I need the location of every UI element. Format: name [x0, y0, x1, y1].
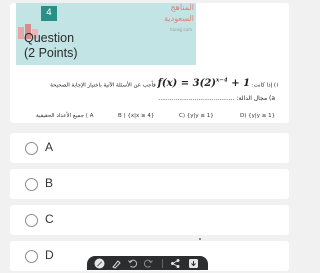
radio-button[interactable]: [25, 250, 38, 263]
logo-text: المناهج السعودية: [164, 4, 194, 23]
question-title: Question: [24, 31, 75, 45]
question-number-badge: 4: [41, 6, 57, 21]
logo-line1: المناهج: [170, 3, 194, 12]
question-points: (2 Points): [24, 46, 78, 60]
option-label: D: [45, 248, 54, 262]
form-page: 4 المناهج السعودية hanajj.com Question (…: [0, 0, 300, 271]
option-c[interactable]: C: [10, 205, 289, 235]
question-subpart: a) مجال الدالة: ........................…: [158, 95, 275, 102]
question-card: 4 المناهج السعودية hanajj.com Question (…: [10, 3, 289, 123]
question-text-prefix: ١) إذا كانت:: [251, 82, 279, 89]
option-b[interactable]: B: [10, 169, 289, 199]
question-formula: f(x) = 3(2)x−4 + 1: [158, 78, 250, 89]
radio-button[interactable]: [25, 142, 38, 155]
option-a[interactable]: A: [10, 133, 289, 163]
choice-c: C) {y|y ≤ 1}: [179, 113, 214, 119]
option-label: B: [45, 176, 54, 190]
download-icon[interactable]: [188, 258, 199, 269]
undo-icon[interactable]: [127, 258, 138, 269]
formula-base: f(x) = 3(2): [157, 78, 217, 90]
formula-exponent: x−4: [216, 78, 228, 84]
redo-icon[interactable]: [143, 258, 154, 269]
radio-button[interactable]: [25, 178, 38, 191]
pen-icon[interactable]: [94, 258, 105, 269]
choice-d: D) {y|y ≥ 1}: [240, 113, 276, 119]
question-text: ١) إذا كانت: f(x) = 3(2)x−4 + 1 فأجب عن …: [50, 77, 279, 90]
logo-tagline: hanajj.com: [169, 27, 192, 32]
choice-b: B ) {x|x ≥ 4}: [118, 113, 155, 119]
logo-line2: السعودية: [164, 14, 194, 23]
cursor-dot: [199, 238, 201, 240]
option-label: A: [45, 140, 54, 154]
radio-button[interactable]: [25, 214, 38, 227]
choice-a: A ) جميع الأعداد الحقيقية: [36, 113, 94, 119]
option-label: C: [45, 212, 54, 226]
share-icon[interactable]: [170, 258, 181, 269]
highlighter-icon[interactable]: [111, 258, 122, 269]
question-text-suffix: فأجب عن الأسئلة الآتية باختيار الإجابة ا…: [50, 82, 156, 89]
formula-tail: + 1: [227, 78, 251, 90]
toolbar-divider: [162, 259, 163, 268]
